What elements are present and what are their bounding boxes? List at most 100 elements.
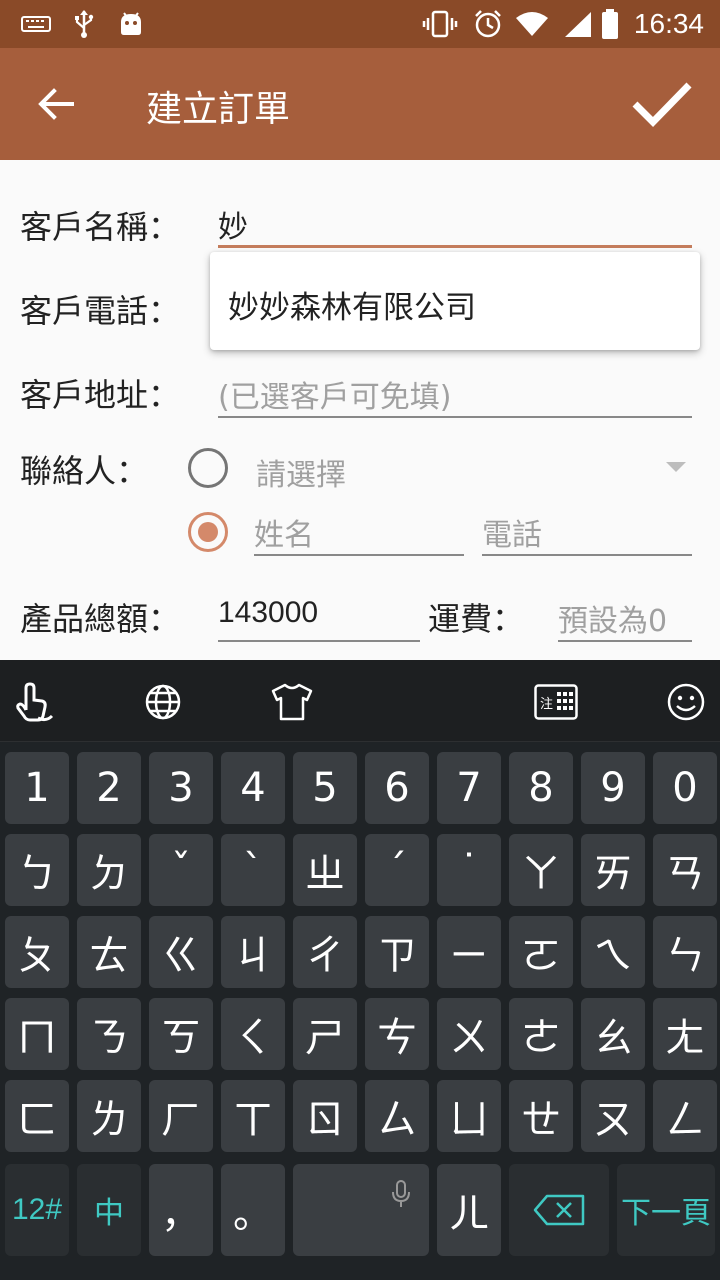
product-total-input[interactable]: 143000 (218, 592, 420, 642)
product-total-value: 143000 (218, 596, 319, 629)
key[interactable]: ㄐ (221, 916, 285, 988)
key[interactable]: ㄟ (581, 916, 645, 988)
customer-phone-label: 客戶電話： (20, 292, 181, 330)
key[interactable]: ㄧ (437, 916, 501, 988)
key[interactable]: ˙ (437, 834, 501, 906)
page-title: 建立訂單 (146, 89, 291, 130)
customer-name-input[interactable]: 妙 (218, 198, 692, 248)
key[interactable]: ㄊ (77, 916, 141, 988)
svg-text:注: 注 (540, 697, 553, 712)
key[interactable]: ㄨ (437, 998, 501, 1070)
app-bar: 建立訂單 (0, 48, 720, 160)
period-key[interactable]: 。 (221, 1164, 285, 1256)
key[interactable]: ˇ (149, 834, 213, 906)
key[interactable]: ㄅ (5, 834, 69, 906)
key[interactable]: ㄜ (509, 998, 573, 1070)
tshirt-icon[interactable] (268, 678, 316, 726)
back-button[interactable] (24, 76, 88, 132)
input-underline (558, 640, 692, 642)
key[interactable]: ㄣ (653, 916, 717, 988)
key[interactable]: 4 (221, 752, 285, 824)
lang-switch-key[interactable]: 中 (77, 1164, 141, 1256)
key[interactable]: 5 (293, 752, 357, 824)
key[interactable]: ㄗ (365, 916, 429, 988)
contact-phone-input[interactable]: 電話 (482, 506, 692, 556)
suggestion-text: 妙妙森林有限公司 (228, 290, 476, 326)
key[interactable]: ㄤ (653, 998, 717, 1070)
key[interactable]: ˋ (221, 834, 285, 906)
keyboard-icon (20, 10, 52, 38)
vibrate-icon (422, 10, 458, 38)
customer-address-input[interactable]: (已選客戶可免填) (218, 368, 692, 418)
key[interactable]: ㄒ (221, 1080, 285, 1152)
key[interactable]: 2 (77, 752, 141, 824)
space-key[interactable] (293, 1164, 429, 1256)
radio-dot (198, 522, 218, 542)
key[interactable]: ㄘ (365, 998, 429, 1070)
input-underline (254, 554, 464, 556)
contact-name-input[interactable]: 姓名 (254, 506, 464, 556)
contact-manual-radio[interactable] (188, 512, 228, 552)
key[interactable]: ㄈ (5, 1080, 69, 1152)
key[interactable]: 1 (5, 752, 69, 824)
globe-icon[interactable] (139, 678, 187, 726)
input-underline (218, 416, 692, 418)
customer-name-label: 客戶名稱： (20, 208, 181, 246)
key[interactable]: ㄥ (653, 1080, 717, 1152)
contact-select-radio[interactable] (188, 448, 228, 488)
key[interactable]: ㄋ (77, 998, 141, 1070)
er-key[interactable]: ㄦ (437, 1164, 501, 1256)
key[interactable]: ㄉ (77, 834, 141, 906)
key[interactable]: ㄓ (293, 834, 357, 906)
key[interactable]: 3 (149, 752, 213, 824)
contact-select-placeholder: 請選擇 (256, 458, 346, 493)
key[interactable]: ㄠ (581, 998, 645, 1070)
key[interactable]: ㄩ (437, 1080, 501, 1152)
key[interactable]: ㄝ (509, 1080, 573, 1152)
key[interactable]: ㄏ (149, 1080, 213, 1152)
key[interactable]: ㄚ (509, 834, 573, 906)
keyboard-toolbar: 注 (0, 660, 720, 742)
key[interactable]: ㄢ (653, 834, 717, 906)
customer-address-placeholder: (已選客戶可免填) (218, 380, 452, 415)
dropdown-arrow-icon (666, 462, 686, 472)
key[interactable]: ㄌ (77, 1080, 141, 1152)
touchpal-logo-icon[interactable] (10, 678, 58, 726)
key[interactable]: ㄖ (293, 1080, 357, 1152)
key[interactable]: ˊ (365, 834, 429, 906)
key[interactable]: 0 (653, 752, 717, 824)
zhuyin-layout-icon[interactable]: 注 (532, 678, 580, 726)
key[interactable]: 7 (437, 752, 501, 824)
contact-select-dropdown[interactable]: 請選擇 (256, 446, 692, 496)
autocomplete-suggestion[interactable]: 妙妙森林有限公司 (210, 252, 700, 350)
key[interactable]: ㄔ (293, 916, 357, 988)
input-underline (218, 245, 692, 248)
key[interactable]: ㄕ (293, 998, 357, 1070)
key[interactable]: ㄑ (221, 998, 285, 1070)
backspace-key[interactable] (509, 1164, 609, 1256)
comma-key[interactable]: ， (149, 1164, 213, 1256)
key[interactable]: ㄡ (581, 1080, 645, 1152)
check-icon (632, 82, 692, 127)
key[interactable]: ㄍ (149, 916, 213, 988)
key[interactable]: ㄆ (5, 916, 69, 988)
key[interactable]: 9 (581, 752, 645, 824)
numsym-key[interactable]: 12# (5, 1164, 69, 1256)
next-page-key[interactable]: 下一頁 (617, 1164, 715, 1256)
key[interactable]: ㄇ (5, 998, 69, 1070)
key[interactable]: ㄛ (509, 916, 573, 988)
shipping-label: 運費： (428, 600, 525, 638)
key[interactable]: ㄞ (581, 834, 645, 906)
key[interactable]: ㄙ (365, 1080, 429, 1152)
contact-label: 聯絡人： (20, 452, 149, 490)
shipping-input[interactable]: 預設為0 (558, 592, 692, 642)
emoji-icon[interactable] (662, 678, 710, 726)
arrow-left-icon (38, 88, 74, 120)
input-underline (218, 640, 420, 642)
key[interactable]: ㄎ (149, 998, 213, 1070)
key[interactable]: 8 (509, 752, 573, 824)
contact-phone-placeholder: 電話 (482, 518, 542, 553)
microphone-icon (392, 1180, 410, 1207)
confirm-button[interactable] (624, 72, 700, 136)
key[interactable]: 6 (365, 752, 429, 824)
